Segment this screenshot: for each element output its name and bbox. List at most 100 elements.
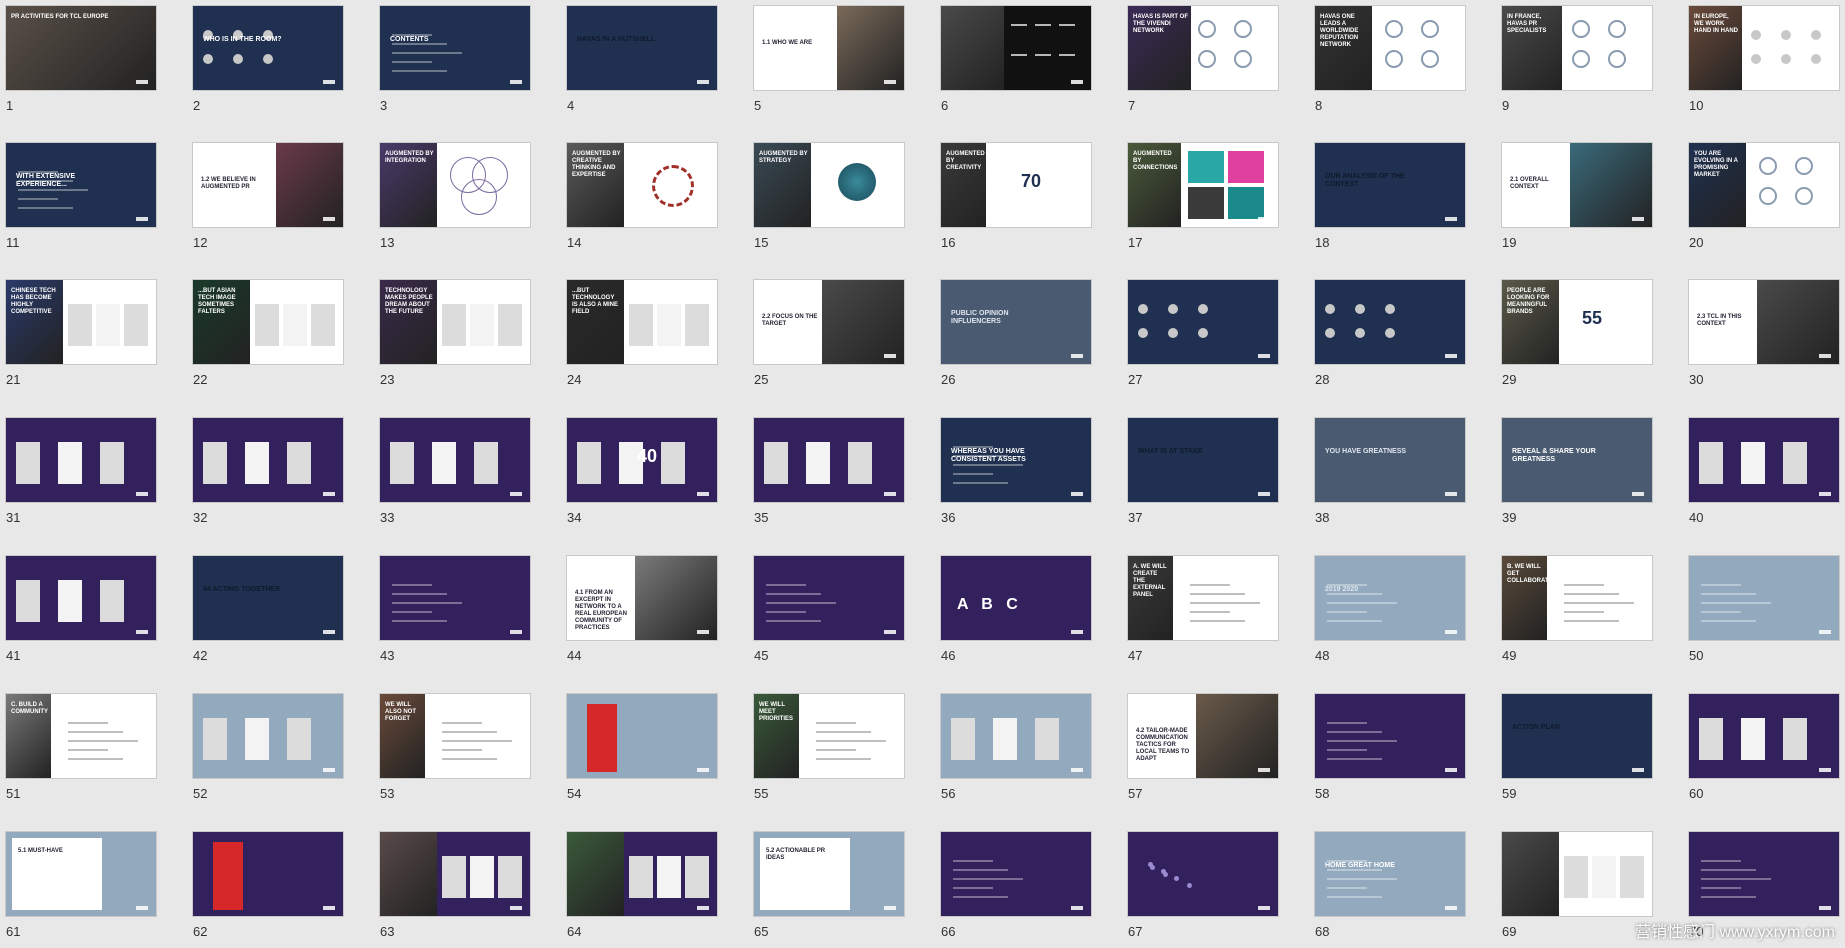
slide-thumbnail[interactable]: CONTENTS [380,6,530,90]
slide-thumbnail[interactable]: WHAT IS AT STAKE [1128,418,1278,502]
slide-thumbnail[interactable] [6,418,156,502]
slide-thumbnail[interactable]: IN FRANCE, HAVAS PR SPECIALISTS [1502,6,1652,90]
slide-thumbnail[interactable]: A. WE WILL CREATE THE EXTERNAL PANEL [1128,556,1278,640]
slide-cell[interactable]: 6 [941,6,1091,113]
slide-cell[interactable]: YOU HAVE GREATNESS 38 [1315,418,1465,525]
slide-cell[interactable]: 5.2 ACTIONABLE PR IDEAS 65 [754,832,904,939]
slide-thumbnail[interactable]: 40 [567,418,717,502]
slide-cell[interactable]: 32 [193,418,343,525]
slide-thumbnail[interactable]: WE WILL ALSO NOT FORGET [380,694,530,778]
slide-cell[interactable]: AUGMENTED BY CONNECTIONS 17 [1128,143,1278,250]
slide-thumbnail[interactable]: AUGMENTED BY STRATEGY [754,143,904,227]
slide-thumbnail[interactable]: C. BUILD A COMMUNITY [6,694,156,778]
slide-cell[interactable]: WITH EXTENSIVE EXPERIENCE... 11 [6,143,156,250]
slide-cell[interactable]: 52 [193,694,343,801]
slide-thumbnail[interactable]: OUR ANALYSIS OF THE CONTEXT [1315,143,1465,227]
slide-cell[interactable]: HOME GREAT HOME 68 [1315,832,1465,939]
slide-cell[interactable]: 70 AUGMENTED BY CREATIVITY 16 [941,143,1091,250]
slide-thumbnail[interactable] [754,418,904,502]
slide-thumbnail[interactable]: PUBLIC OPINION INFLUENCERS [941,280,1091,364]
slide-cell[interactable]: AUGMENTED BY CREATIVE THINKING AND EXPER… [567,143,717,250]
slide-cell[interactable]: 40 [1689,418,1839,525]
slide-cell[interactable]: A B C 46 [941,556,1091,663]
slide-thumbnail[interactable] [6,556,156,640]
slide-cell[interactable]: WHEREAS YOU HAVE CONSISTENT ASSETS 36 [941,418,1091,525]
slide-cell[interactable]: HAVAS ONE LEADS A WORLDWIDE REPUTATION N… [1315,6,1465,113]
slide-thumbnail[interactable] [1689,694,1839,778]
slide-cell[interactable]: HAVAS IS PART OF THE VIVENDI NETWORK 7 [1128,6,1278,113]
slide-cell[interactable]: WE WILL MEET PRIORITIES 55 [754,694,904,801]
slide-thumbnail[interactable]: 5.2 ACTIONABLE PR IDEAS [754,832,904,916]
slide-cell[interactable]: YOU ARE EVOLVING IN A PROMISING MARKET 20 [1689,143,1839,250]
slide-thumbnail[interactable]: 5.1 MUST-HAVE [6,832,156,916]
slide-thumbnail[interactable]: WE WILL MEET PRIORITIES [754,694,904,778]
slide-cell[interactable]: PR ACTIVITIES FOR TCL EUROPE 1 [6,6,156,113]
slide-thumbnail[interactable]: 55 PEOPLE ARE LOOKING FOR MEANINGFUL BRAN… [1502,280,1652,364]
slide-thumbnail[interactable]: HOME GREAT HOME [1315,832,1465,916]
slide-cell[interactable]: 4.2 TAILOR-MADE COMMUNICATION TACTICS FO… [1128,694,1278,801]
slide-cell[interactable]: 56 [941,694,1091,801]
slide-cell[interactable]: 64 [567,832,717,939]
slide-cell[interactable]: REVEAL & SHARE YOUR GREATNESS 39 [1502,418,1652,525]
slide-thumbnail[interactable] [754,556,904,640]
slide-thumbnail[interactable] [193,694,343,778]
slide-cell[interactable]: 54 [567,694,717,801]
slide-thumbnail[interactable] [941,6,1091,90]
slide-thumbnail[interactable] [567,832,717,916]
slide-thumbnail[interactable] [193,832,343,916]
slide-cell[interactable]: PUBLIC OPINION INFLUENCERS 26 [941,280,1091,387]
slide-cell[interactable]: 2.2 FOCUS ON THE TARGET 25 [754,280,904,387]
slide-thumbnail[interactable] [1128,832,1278,916]
slide-thumbnail[interactable] [1689,556,1839,640]
slide-thumbnail[interactable]: 70 AUGMENTED BY CREATIVITY [941,143,1091,227]
slide-thumbnail[interactable]: 1.2 WE BELIEVE IN AUGMENTED PR [193,143,343,227]
slide-cell[interactable]: 04 ACTING TOGETHER 42 [193,556,343,663]
slide-thumbnail[interactable]: YOU ARE EVOLVING IN A PROMISING MARKET [1689,143,1839,227]
slide-thumbnail[interactable]: 2.2 FOCUS ON THE TARGET [754,280,904,364]
slide-cell[interactable]: IN FRANCE, HAVAS PR SPECIALISTS 9 [1502,6,1652,113]
slide-cell[interactable]: 2.3 TCL IN THIS CONTEXT 30 [1689,280,1839,387]
slide-cell[interactable]: OUR ANALYSIS OF THE CONTEXT 18 [1315,143,1465,250]
slide-cell[interactable]: 40 34 [567,418,717,525]
slide-thumbnail[interactable]: PR ACTIVITIES FOR TCL EUROPE [6,6,156,90]
slide-cell[interactable]: 66 [941,832,1091,939]
slide-cell[interactable]: 1.1 WHO WE ARE 5 [754,6,904,113]
slide-cell[interactable]: 2.1 OVERALL CONTEXT 19 [1502,143,1652,250]
slide-thumbnail[interactable]: WITH EXTENSIVE EXPERIENCE... [6,143,156,227]
slide-cell[interactable]: 41 [6,556,156,663]
slide-thumbnail[interactable]: AUGMENTED BY CONNECTIONS [1128,143,1278,227]
slide-cell[interactable]: ...BUT TECHNOLOGY IS ALSO A MINE FIELD 24 [567,280,717,387]
slide-cell[interactable]: 58 [1315,694,1465,801]
slide-cell[interactable]: 45 [754,556,904,663]
slide-cell[interactable]: 55 PEOPLE ARE LOOKING FOR MEANINGFUL BRAN… [1502,280,1652,387]
slide-thumbnail[interactable]: HAVAS ONE LEADS A WORLDWIDE REPUTATION N… [1315,6,1465,90]
slide-thumbnail[interactable]: TECHNOLOGY MAKES PEOPLE DREAM ABOUT THE … [380,280,530,364]
slide-thumbnail[interactable]: YOU HAVE GREATNESS [1315,418,1465,502]
slide-cell[interactable]: B. WE WILL GET COLLABORATION 49 [1502,556,1652,663]
slide-cell[interactable]: 35 [754,418,904,525]
slide-thumbnail[interactable] [1689,418,1839,502]
slide-thumbnail[interactable] [380,832,530,916]
slide-cell[interactable]: 43 [380,556,530,663]
slide-cell[interactable]: C. BUILD A COMMUNITY 51 [6,694,156,801]
slide-thumbnail[interactable]: AUGMENTED BY CREATIVE THINKING AND EXPER… [567,143,717,227]
slide-thumbnail[interactable]: ...BUT ASIAN TECH IMAGE SOMETIMES FALTER… [193,280,343,364]
slide-cell[interactable]: 5.1 MUST-HAVE 61 [6,832,156,939]
slide-cell[interactable]: A. WE WILL CREATE THE EXTERNAL PANEL 47 [1128,556,1278,663]
slide-cell[interactable]: 2019 2020 48 [1315,556,1465,663]
slide-cell[interactable]: 27 [1128,280,1278,387]
slide-thumbnail[interactable]: WHO IS IN THE ROOM? [193,6,343,90]
slide-thumbnail[interactable] [941,832,1091,916]
slide-thumbnail[interactable]: IN EUROPE, WE WORK HAND IN HAND [1689,6,1839,90]
slide-thumbnail[interactable] [567,694,717,778]
slide-thumbnail[interactable] [941,694,1091,778]
slide-cell[interactable]: HAVAS IN A NUTSHELL 4 [567,6,717,113]
slide-cell[interactable]: IN EUROPE, WE WORK HAND IN HAND 10 [1689,6,1839,113]
slide-thumbnail[interactable]: HAVAS IS PART OF THE VIVENDI NETWORK [1128,6,1278,90]
slide-thumbnail[interactable] [1128,280,1278,364]
slide-cell[interactable]: 31 [6,418,156,525]
slide-cell[interactable]: WHO IS IN THE ROOM? 2 [193,6,343,113]
slide-thumbnail[interactable] [380,556,530,640]
slide-thumbnail[interactable]: ACTION PLAN [1502,694,1652,778]
slide-thumbnail[interactable] [1689,832,1839,916]
